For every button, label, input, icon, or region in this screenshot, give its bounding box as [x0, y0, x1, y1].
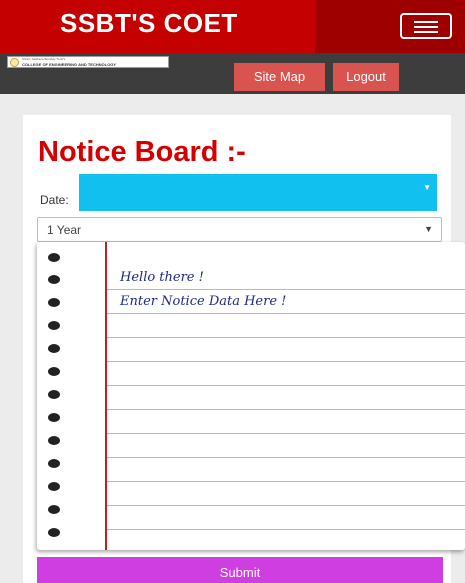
- paper-rule-line: [107, 313, 465, 314]
- duration-select[interactable]: 1 Year ▼: [37, 217, 442, 242]
- paper-rule-line: [107, 505, 465, 506]
- binder-hole-icon: [48, 344, 60, 353]
- notice-textarea[interactable]: Hello there ! Enter Notice Data Here !: [37, 242, 465, 550]
- binder-hole-icon: [48, 505, 60, 514]
- duration-selected-value: 1 Year: [47, 223, 82, 237]
- paper-rule-line: [107, 433, 465, 434]
- hamburger-icon-line: [414, 31, 438, 33]
- hamburger-icon-line: [414, 26, 438, 28]
- caret-down-icon: ▼: [423, 183, 431, 192]
- site-map-button[interactable]: Site Map: [234, 63, 325, 91]
- binder-hole-icon: [48, 482, 60, 491]
- binder-hole-icon: [48, 321, 60, 330]
- paper-rule-line: [107, 481, 465, 482]
- binder-hole-icon: [48, 367, 60, 376]
- paper-rule-line: [107, 409, 465, 410]
- notice-line: Enter Notice Data Here !: [120, 294, 287, 309]
- paper-rule-line: [107, 289, 465, 290]
- hamburger-menu-button[interactable]: [400, 13, 452, 39]
- top-navbar: SSBT'S COET: [0, 0, 465, 53]
- binder-hole-icon: [48, 436, 60, 445]
- date-input[interactable]: ▼: [79, 174, 437, 211]
- binder-hole-icon: [48, 253, 60, 262]
- logo-trust-name: Shram Sadhana Bombay Trust's: [22, 57, 66, 61]
- paper-rule-line: [107, 385, 465, 386]
- paper-rule-line: [107, 337, 465, 338]
- submit-button[interactable]: Submit: [37, 557, 443, 583]
- binder-hole-icon: [48, 413, 60, 422]
- binder-hole-icon: [48, 390, 60, 399]
- brand-title[interactable]: SSBT'S COET: [60, 8, 238, 39]
- college-seal-icon: [10, 58, 19, 67]
- binder-hole-icon: [48, 459, 60, 468]
- chevron-down-icon: ▼: [424, 224, 433, 234]
- hamburger-icon-line: [414, 21, 438, 23]
- logout-button[interactable]: Logout: [333, 63, 399, 91]
- college-logo[interactable]: Shram Sadhana Bombay Trust's COLLEGE OF …: [7, 56, 169, 68]
- binder-hole-icon: [48, 528, 60, 537]
- page-title: Notice Board :-: [38, 136, 246, 168]
- paper-rule-line: [107, 457, 465, 458]
- logo-college-name: COLLEGE OF ENGINEERING AND TECHNOLOGY: [22, 62, 117, 67]
- binder-hole-icon: [48, 298, 60, 307]
- date-label: Date:: [40, 193, 69, 207]
- paper-rule-line: [107, 361, 465, 362]
- paper-rule-line: [107, 529, 465, 530]
- binder-hole-icon: [48, 275, 60, 284]
- notice-line: Hello there !: [120, 270, 204, 285]
